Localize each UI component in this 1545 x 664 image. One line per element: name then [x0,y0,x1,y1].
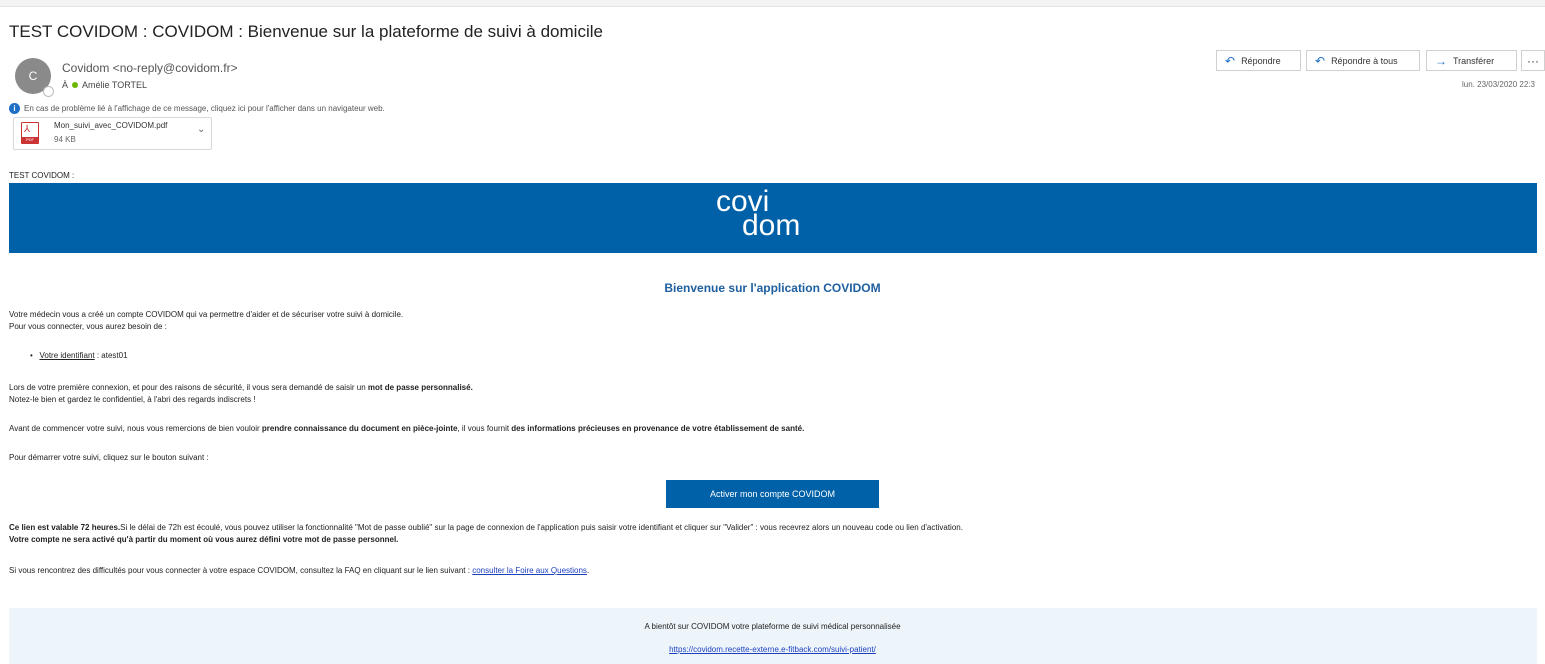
email-subject: TEST COVIDOM : COVIDOM : Bienvenue sur l… [9,22,603,41]
covidom-logo: covi dom [716,187,801,242]
footer-panel [9,608,1537,664]
recipient-row: À Amélie TORTEL [62,80,147,90]
welcome-heading: Bienvenue sur l'application COVIDOM [664,281,881,295]
window-top-strip [0,0,1545,7]
attachment-name[interactable]: Mon_suivi_avec_COVIDOM.pdf [54,121,167,130]
forward-label: Transférer [1453,55,1495,66]
password-bold: mot de passe personnalisé. [367,383,473,392]
footer-url-link[interactable]: https://covidom.recette-externe.e-fitbac… [669,645,876,654]
intro-line-2: Pour vous connecter, vous aurez besoin d… [9,322,167,331]
password-line-2: Notez-le bien et gardez le confidentiel,… [9,395,256,404]
pdf-file-icon: ⅄ PDF [21,122,39,144]
presence-status-icon [43,86,54,97]
password-line-1: Lors de votre première connexion, et pou… [9,383,473,392]
reply-all-button[interactable]: ↶ Répondre à tous [1306,50,1420,71]
faq-paragraph: Si vous rencontrez des difficultés pour … [9,566,589,575]
forward-arrow-icon: → [1435,53,1447,68]
recipient-name[interactable]: Amélie TORTEL [82,80,147,90]
reply-all-arrow-icon: ↶ [1315,53,1326,68]
document-paragraph: Avant de commencer votre suivi, nous vou… [9,424,804,433]
attachment-card[interactable]: ⅄ PDF Mon_suivi_avec_COVIDOM.pdf 94 KB ⌄ [13,117,212,150]
document-bold-2: des informations précieuses en provenanc… [511,424,805,433]
activate-account-label: Activer mon compte COVIDOM [709,489,836,499]
document-bold-1: prendre connaissance du document en pièc… [261,424,458,433]
to-label: À [62,80,69,90]
faq-end: . [586,566,590,575]
info-icon: i [9,103,20,114]
faq-link[interactable]: consulter la Foire aux Questions [472,566,587,575]
intro-line-1: Votre médecin vous a créé un compte COVI… [9,310,404,319]
start-instruction: Pour démarrer votre suivi, cliquez sur l… [9,453,209,462]
footer-tagline: A bientôt sur COVIDOM votre plateforme d… [644,622,901,631]
display-issue-text[interactable]: En cas de problème lié à l'affichage de … [24,104,385,113]
more-actions-button[interactable]: ··· [1521,50,1545,71]
forward-button[interactable]: → Transférer [1426,50,1517,71]
validity-text: Si le délai de 72h est écoulé, vous pouv… [120,523,963,532]
validity-paragraph: Ce lien est valable 72 heures.Si le déla… [9,523,963,532]
logo-line-2: dom [742,209,801,242]
validity-bold: Ce lien est valable 72 heures. [9,523,121,532]
password-text: Lors de votre première connexion, et pou… [9,383,368,392]
faq-text: Si vous rencontrez des difficultés pour … [9,566,473,575]
footer-url-row: https://covidom.recette-externe.e-fitbac… [0,645,1545,654]
recipient-presence-icon [72,82,79,88]
reply-all-label: Répondre à tous [1331,55,1398,66]
avatar-initial: C [28,69,38,83]
attachment-size: 94 KB [54,135,76,144]
activation-note: Votre compte ne sera activé qu'à partir … [9,535,398,544]
identifier-label: Votre identifiant [39,351,95,360]
chevron-down-icon[interactable]: ⌄ [197,124,205,135]
display-issue-notice[interactable]: i En cas de problème lié à l'affichage d… [9,103,385,114]
reply-arrow-icon: ↶ [1225,53,1236,68]
received-date: lun. 23/03/2020 22:3 [1462,80,1535,89]
activation-bold: Votre compte ne sera activé qu'à partir … [9,535,399,544]
identifier-value: : atest01 [94,351,128,360]
activate-account-button[interactable]: Activer mon compte COVIDOM [666,480,879,508]
document-text-1: Avant de commencer votre suivi, nous vou… [9,424,262,433]
more-dots-icon: ··· [1527,53,1539,68]
document-text-2: , il vous fournit [457,424,512,433]
identifier-item: • Votre identifiant : atest01 [30,351,128,360]
body-greeting: TEST COVIDOM : [9,171,75,180]
sender-address[interactable]: Covidom <no-reply@covidom.fr> [62,61,238,75]
reply-button[interactable]: ↶ Répondre [1216,50,1301,71]
reply-label: Répondre [1241,55,1281,66]
